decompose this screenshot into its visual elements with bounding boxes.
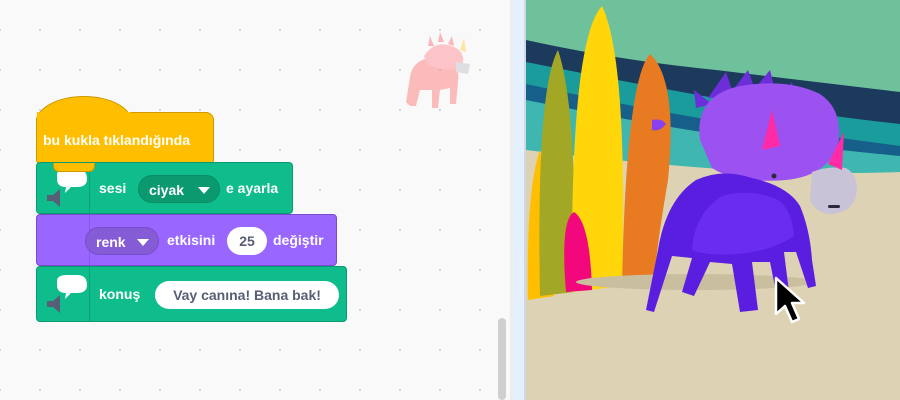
effect-dropdown-value: renk: [96, 234, 126, 250]
code-workspace[interactable]: bu kukla tıklandığında sesi ciyak e ayar…: [0, 0, 510, 400]
say-message-input[interactable]: Vay canına! Bana bak!: [155, 281, 339, 309]
sprite-thumbnail-icon: [406, 32, 470, 108]
hat-block-label: bu kukla tıklandığında: [43, 132, 191, 148]
hat-cap-joiner: [37, 112, 131, 132]
chevron-down-icon: [198, 187, 210, 194]
change-effect-block[interactable]: renk etkisini 25 değiştir: [36, 214, 337, 266]
looks-spacer: [37, 215, 90, 265]
effect-amount-input[interactable]: 25: [227, 227, 267, 255]
effect-dropdown[interactable]: renk: [85, 227, 159, 255]
change-effect-middle: etkisini: [167, 232, 216, 248]
set-sound-prefix: sesi: [99, 180, 127, 196]
pane-divider-highlight: [514, 0, 524, 400]
stage-backdrop: [526, 0, 900, 400]
stage[interactable]: [526, 0, 900, 400]
hat-block-notch: [53, 163, 95, 172]
workspace-scrollbar[interactable]: [498, 318, 506, 400]
chevron-down-icon: [137, 239, 149, 246]
say-prefix: konuş: [99, 286, 141, 302]
set-sound-suffix: e ayarla: [226, 180, 279, 196]
say-extension-icon-area: [37, 267, 90, 321]
speech-bubble-speaker-icon: [47, 169, 87, 207]
sound-dropdown-value: ciyak: [149, 182, 185, 198]
speech-bubble-speaker-icon: [47, 275, 87, 313]
change-effect-suffix: değiştir: [273, 232, 324, 248]
sound-dropdown[interactable]: ciyak: [138, 175, 220, 203]
say-block[interactable]: konuş Vay canına! Bana bak!: [36, 266, 347, 322]
